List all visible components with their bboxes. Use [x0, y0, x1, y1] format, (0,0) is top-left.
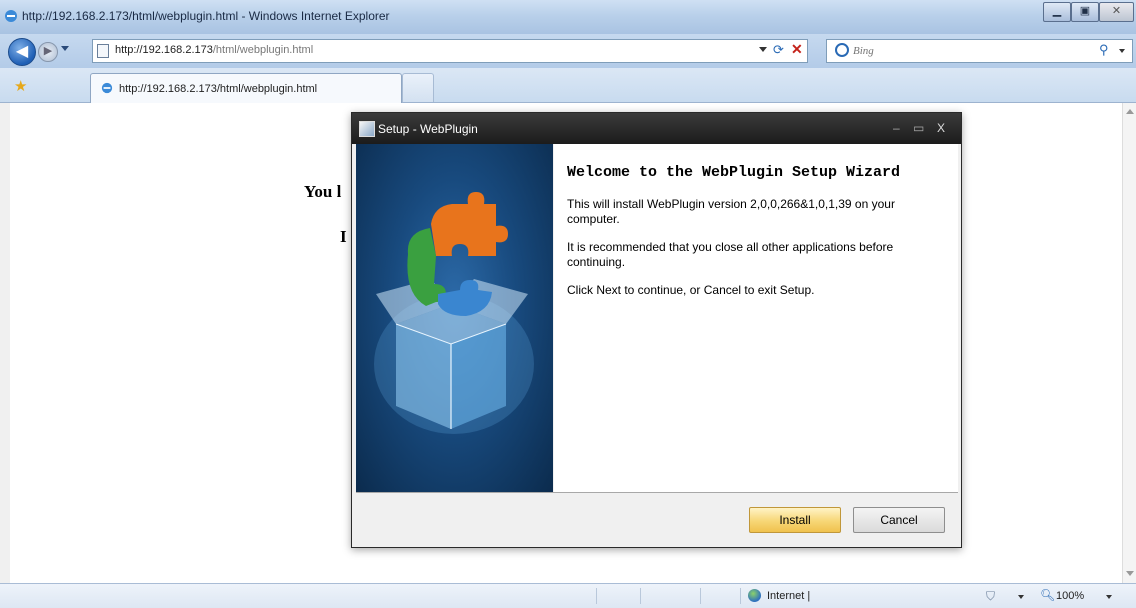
- navigation-bar: ◀ ▶ http://192.168.2.173/html/webplugin.…: [0, 34, 1136, 68]
- vertical-scrollbar[interactable]: [1122, 103, 1136, 583]
- wizard-heading: Welcome to the WebPlugin Setup Wizard: [567, 164, 901, 181]
- close-icon: ✕: [1111, 5, 1122, 17]
- maximize-icon: ▣: [1079, 5, 1091, 17]
- wizard-paragraph: This will install WebPlugin version 2,0,…: [567, 197, 895, 226]
- favorites-star-icon[interactable]: ★: [14, 77, 27, 95]
- wizard-paragraph: Click Next to continue, or Cancel to exi…: [567, 283, 815, 297]
- dialog-maximize-icon[interactable]: ▭: [913, 121, 924, 135]
- page-heading-fragment: You l: [304, 182, 342, 201]
- zoom-dropdown-icon[interactable]: [1106, 595, 1112, 599]
- internet-zone-icon: [748, 589, 761, 602]
- url-host: http://192.168.2.173: [115, 44, 213, 56]
- page-icon: [97, 44, 109, 58]
- cancel-button[interactable]: Cancel: [853, 507, 945, 533]
- status-separator: [700, 588, 701, 604]
- refresh-icon[interactable]: ⟳: [773, 42, 784, 58]
- puzzle-piece-orange: [431, 192, 508, 256]
- wizard-content: Welcome to the WebPlugin Setup Wizard Th…: [554, 144, 958, 492]
- status-separator: [596, 588, 597, 604]
- tab-label: http://192.168.2.173/html/webplugin.html: [119, 83, 318, 95]
- tab-webplugin[interactable]: http://192.168.2.173/html/webplugin.html: [90, 73, 402, 103]
- security-zone: Internet |: [767, 590, 811, 602]
- history-dropdown-icon[interactable]: [61, 46, 69, 51]
- back-button[interactable]: ◀: [8, 38, 36, 66]
- setup-app-icon: [359, 121, 375, 137]
- maximize-button[interactable]: ▣: [1071, 2, 1099, 22]
- dialog-title-bar: Setup - WebPlugin – ▭ X: [352, 113, 961, 144]
- browser-title-bar: http://192.168.2.173/html/webplugin.html…: [0, 0, 1136, 34]
- status-separator: [740, 588, 741, 604]
- minimize-icon: ▁: [1052, 5, 1062, 17]
- dialog-minimize-icon[interactable]: –: [893, 121, 900, 135]
- wizard-paragraph: It is recommended that you close all oth…: [567, 240, 894, 269]
- close-button[interactable]: ✕: [1099, 2, 1134, 22]
- dialog-title: Setup - WebPlugin: [378, 122, 478, 136]
- search-icon: [835, 43, 849, 57]
- forward-button[interactable]: ▶: [38, 42, 58, 62]
- zoom-level[interactable]: 100%: [1056, 590, 1084, 602]
- search-input[interactable]: [851, 42, 1095, 60]
- address-url[interactable]: http://192.168.2.173/html/webplugin.html: [115, 44, 313, 56]
- status-bar: Internet | ⛉ 🔍︎ 100%: [0, 583, 1136, 608]
- setup-dialog: Setup - WebPlugin – ▭ X Welcome to the W…: [351, 112, 962, 548]
- scroll-up-icon[interactable]: [1126, 109, 1134, 114]
- install-button[interactable]: Install: [749, 507, 841, 533]
- page-text-fragment: I: [340, 227, 347, 246]
- wizard-side-image: [356, 144, 553, 492]
- url-path: /html/webplugin.html: [212, 44, 314, 56]
- new-tab-button[interactable]: [402, 73, 434, 102]
- ie-logo-icon: [101, 82, 113, 94]
- wizard-illustration: [374, 192, 534, 434]
- protected-mode-icon[interactable]: ⛉: [986, 589, 995, 604]
- search-options-dropdown-icon[interactable]: [1119, 49, 1125, 53]
- tab-bar: ★ http://192.168.2.173/html/webplugin.ht…: [0, 68, 1136, 103]
- protected-mode-dropdown-icon[interactable]: [1018, 595, 1024, 599]
- scroll-down-icon[interactable]: [1126, 571, 1134, 576]
- address-bar[interactable]: http://192.168.2.173/html/webplugin.html…: [92, 39, 808, 63]
- dialog-close-icon[interactable]: X: [937, 121, 945, 135]
- ie-logo-icon: [5, 10, 17, 22]
- zoom-icon[interactable]: 🔍︎: [1040, 588, 1055, 602]
- forward-arrow-icon: ▶: [43, 45, 53, 57]
- status-separator: [640, 588, 641, 604]
- stop-icon[interactable]: ✕: [791, 41, 803, 58]
- back-arrow-icon: ◀: [15, 43, 29, 60]
- address-dropdown-icon[interactable]: [759, 47, 767, 52]
- search-go-icon[interactable]: ⚲: [1099, 42, 1109, 58]
- minimize-button[interactable]: ▁: [1043, 2, 1071, 22]
- dialog-divider: [356, 492, 958, 493]
- window-title: http://192.168.2.173/html/webplugin.html…: [22, 9, 390, 23]
- search-box: ⚲: [826, 39, 1133, 63]
